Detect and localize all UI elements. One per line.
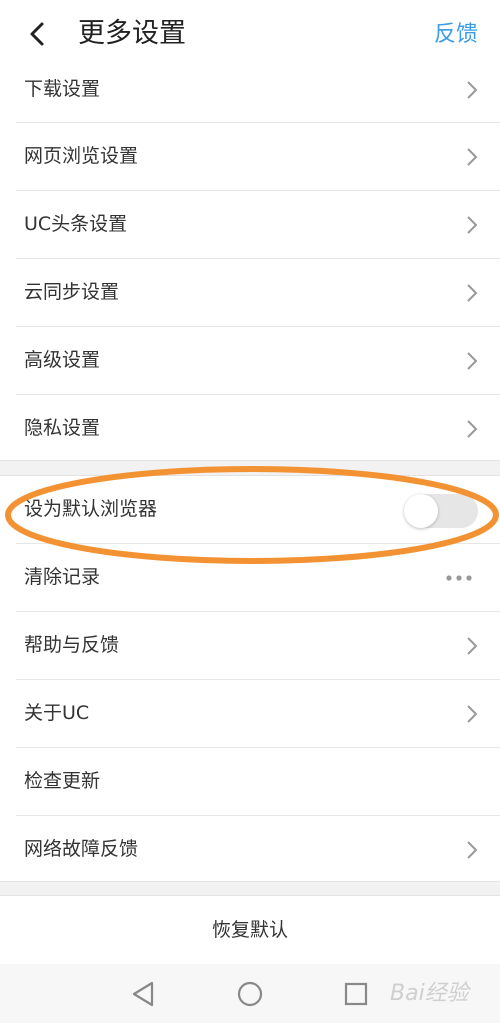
chevron-right-icon [467, 841, 478, 859]
settings-item-label: 关于UC [24, 702, 90, 724]
chevron-left-icon[interactable] [22, 16, 54, 52]
nav-back-icon[interactable] [130, 980, 156, 1008]
baidu-jingyan-watermark: Bai经验 [390, 981, 472, 1006]
toggle-knob [404, 494, 438, 528]
chevron-right-icon [467, 81, 478, 99]
settings-item-check-update[interactable]: 检查更新 [16, 748, 500, 816]
chevron-right-icon [467, 148, 478, 166]
chevron-right-icon [467, 420, 478, 438]
settings-item-label: 高级设置 [24, 349, 101, 371]
settings-item-web-browsing[interactable]: 网页浏览设置 [16, 123, 500, 191]
settings-item-label: 检查更新 [24, 770, 101, 792]
settings-item-label: 网页浏览设置 [24, 145, 139, 167]
settings-item-download[interactable]: 下载设置 [16, 68, 500, 123]
settings-item-label: 设为默认浏览器 [24, 498, 158, 520]
settings-item-cloud-sync[interactable]: 云同步设置 [16, 259, 500, 327]
nav-recents-icon[interactable] [343, 980, 369, 1008]
settings-item-label: 清除记录 [24, 566, 101, 588]
settings-item-label: 云同步设置 [24, 281, 120, 303]
settings-item-help-feedback[interactable]: 帮助与反馈 [16, 612, 500, 680]
settings-item-label: 下载设置 [24, 78, 101, 100]
settings-item-clear-history[interactable]: 清除记录 [16, 544, 500, 612]
settings-group-general: 设为默认浏览器 清除记录 帮助与反馈 关于UC 检查更新 网络故障反馈 [0, 475, 500, 882]
svg-text:Bai经验: Bai经验 [390, 981, 472, 1006]
restore-defaults-button[interactable]: 恢复默认 [0, 895, 500, 965]
chevron-right-icon [467, 352, 478, 370]
settings-item-privacy[interactable]: 隐私设置 [16, 395, 500, 462]
settings-item-label: 帮助与反馈 [24, 634, 120, 656]
page-title: 更多设置 [78, 18, 186, 49]
default-browser-toggle[interactable] [404, 494, 478, 528]
chevron-right-icon [467, 216, 478, 234]
settings-item-default-browser[interactable]: 设为默认浏览器 [16, 476, 500, 544]
settings-item-network-feedback[interactable]: 网络故障反馈 [16, 816, 500, 883]
feedback-button[interactable]: 反馈 [434, 18, 478, 52]
chevron-right-icon [467, 637, 478, 655]
more-options-icon[interactable] [446, 574, 472, 582]
chevron-right-icon [467, 284, 478, 302]
settings-item-advanced[interactable]: 高级设置 [16, 327, 500, 395]
settings-group-main: 下载设置 网页浏览设置 UC头条设置 云同步设置 高级设置 隐私设置 [0, 68, 500, 461]
nav-home-icon[interactable] [236, 980, 264, 1008]
app-header: 更多设置 反馈 [0, 0, 500, 69]
settings-item-uc-headlines[interactable]: UC头条设置 [16, 191, 500, 259]
settings-item-label: 隐私设置 [24, 417, 101, 439]
settings-item-label: UC头条设置 [24, 213, 128, 235]
settings-item-about-uc[interactable]: 关于UC [16, 680, 500, 748]
chevron-right-icon [467, 705, 478, 723]
settings-item-label: 网络故障反馈 [24, 838, 139, 860]
